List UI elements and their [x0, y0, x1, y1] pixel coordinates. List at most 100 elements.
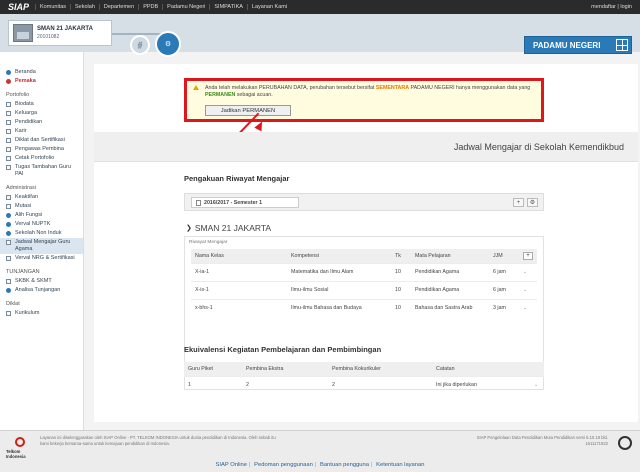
nav-ppdb[interactable]: PPDB [138, 4, 162, 10]
cell-tk: 10 [391, 298, 411, 317]
cell-pembina-ekstra: 2 [242, 375, 328, 394]
sidebar-item-alih-fungsi[interactable]: Alih Fungsi [0, 211, 83, 220]
user-icon [6, 213, 11, 218]
telkom-logo-text: Telkom Indonesia [6, 449, 26, 459]
chevron-down-icon: ⌄ [534, 382, 539, 389]
sidebar-section-admin: Administrasi [6, 185, 36, 191]
sidebar-item-analisa[interactable]: Analisa Tunjangan [0, 286, 83, 295]
gear-icon[interactable]: ⚙ [155, 31, 181, 57]
period-tab-label: 2016/2017 - Semester 1 [204, 199, 263, 206]
title-band: Jadwal Mengajar di Sekolah Kemendikbud [94, 132, 638, 162]
school-heading[interactable]: ❯ SMAN 21 JAKARTA [186, 223, 271, 233]
warning-icon [193, 85, 199, 90]
cell-kompetensi: Ilmu-ilmu Sosial [287, 280, 391, 299]
document-icon [6, 195, 11, 200]
top-nav-bar: SIAP Komunitas Sekolah Departemen PPDB P… [0, 0, 640, 14]
sidebar-item-label: Sekolah Non Induk [15, 230, 62, 236]
sidebar-item-sekolah-non-induk[interactable]: Sekolah Non Induk [0, 229, 83, 238]
chart-icon[interactable]: ∯ [130, 35, 150, 55]
table-row[interactable]: x-bhs-1 Ilmu-ilmu Bahasa dan Budaya 10 B… [191, 298, 537, 317]
sidebar-item-kurikulum[interactable]: Kurikulum [0, 309, 83, 318]
link-pedoman[interactable]: Pedoman penggunaan [254, 462, 313, 468]
row-menu[interactable]: ⌄ [530, 375, 544, 394]
nav-departemen[interactable]: Departemen [98, 4, 138, 10]
sidebar-item-verval-nuptk[interactable]: Verval NUPTK [0, 220, 83, 229]
link-siap-online[interactable]: SIAP Online [216, 462, 247, 468]
sidebar-item-label: Jadwal Mengajar Guru Agama [15, 239, 71, 252]
table-row[interactable]: 1 2 2 Ini jika diperlukan ⌄ [184, 375, 544, 394]
cell-kelas: X-ia-1 [191, 262, 287, 281]
link-bantuan[interactable]: Bantuan pengguna [320, 462, 369, 468]
school-icon [6, 231, 11, 236]
sidebar-item-label: Keluarga [15, 110, 38, 116]
school-selector[interactable]: SMAN 21 JAKARTA 20101082 [8, 20, 112, 46]
row-menu[interactable]: ⌄ [519, 298, 537, 317]
grid-icon [616, 39, 628, 51]
sidebar-item-label: Pendidikan [15, 119, 43, 125]
link-ketentuan[interactable]: Ketentuan layanan [376, 462, 424, 468]
sidebar-item-label: Tugas Tambahan Guru PAI [15, 164, 71, 177]
siap-logo[interactable]: SIAP [0, 2, 35, 12]
document-icon [6, 279, 11, 284]
document-icon [6, 204, 11, 209]
table-row[interactable]: X-is-1 Ilmu-ilmu Sosial 10 Pendidikan Ag… [191, 280, 537, 299]
col-mata-pelajaran: Mata Pelajaran [411, 249, 489, 263]
telkom-mark [15, 437, 25, 447]
user-links[interactable]: mendaftar | login [591, 4, 640, 10]
row-menu[interactable]: ⌄ [519, 280, 537, 299]
sidebar-item-karir[interactable]: Karir [0, 127, 83, 136]
sidebar-item-tugas-tambahan[interactable]: Tugas Tambahan Guru PAI [0, 163, 83, 179]
padamu-negeri-badge[interactable]: PADAMU NEGERI [524, 36, 632, 54]
sidebar-item-label: Verval NRG & Sertifikasi [15, 255, 75, 261]
riwayat-label: Riwayat Mengajar [189, 240, 228, 245]
telkom-logo: Telkom Indonesia [6, 437, 34, 459]
sidebar-item-keluarga[interactable]: Keluarga [0, 109, 83, 118]
sidebar-item-keaktifan[interactable]: Keaktifan [0, 193, 83, 202]
sidebar-item-pengawas[interactable]: Pengawas Pembina [0, 145, 83, 154]
document-icon [6, 138, 11, 143]
sidebar-section-diklat: Diklat [6, 301, 20, 307]
sidebar-section-portfolio: Portofolio [6, 92, 30, 98]
nav-padamu-negeri[interactable]: Padamu Negeri [162, 4, 209, 10]
period-tab[interactable]: 2016/2017 - Semester 1 [191, 197, 299, 208]
sidebar-item-label: Analisa Tunjangan [15, 287, 61, 293]
sidebar-item-cetak[interactable]: Cetak Portofolio [0, 154, 83, 163]
sidebar-item-label: Pengawas Pembina [15, 146, 64, 152]
footer: Telkom Indonesia Layanan ini diselenggar… [0, 430, 640, 472]
sidebar-item-mutasi[interactable]: Mutasi [0, 202, 83, 211]
sidebar-item-pendidikan[interactable]: Pendidikan [0, 118, 83, 127]
cell-pembina-kokurikuler: 2 [328, 375, 432, 394]
jadikan-permanen-button[interactable]: Jadikan PERMANEN [205, 105, 291, 116]
nav-layanan-kami[interactable]: Layanan Kami [246, 4, 291, 10]
sidebar-item-label: Karir [15, 128, 27, 134]
nav-simpatika[interactable]: SIMPATIKA [209, 4, 247, 10]
sidebar-item-beranda[interactable]: Beranda [0, 68, 83, 77]
nav-sekolah[interactable]: Sekolah [70, 4, 99, 10]
nav-komunitas[interactable]: Komunitas [35, 4, 70, 10]
sidebar-item-label: Alih Fungsi [15, 212, 43, 218]
ekuivalensi-table: Guru Piket Pembina Ekstra Pembina Kokuri… [184, 362, 544, 394]
settings-period-button[interactable]: ⚙ [527, 198, 538, 207]
cell-kelas: x-bhs-1 [191, 298, 287, 317]
row-menu[interactable]: ⌄ [519, 262, 537, 281]
chevron-down-icon: ⌄ [523, 269, 528, 275]
calendar-icon [6, 240, 11, 245]
add-row-button[interactable]: + [523, 251, 533, 260]
document-icon [6, 120, 11, 125]
school-photo [13, 24, 33, 42]
col-pembina-ekstra: Pembina Ekstra [242, 362, 328, 376]
sidebar-item-verval-nrg[interactable]: Verval NRG & Sertifikasi [0, 254, 83, 263]
table-row[interactable]: X-ia-1 Matematika dan Ilmu Alam 10 Pendi… [191, 262, 537, 281]
document-icon [196, 199, 201, 206]
sidebar-item-skbk[interactable]: SKBK & SKMT [0, 277, 83, 286]
sidebar-item-biodata[interactable]: Biodata [0, 100, 83, 109]
sidebar-section-tunjangan: TUNJANGAN [6, 269, 40, 275]
sidebar: Beranda Pemaka Portofolio Biodata Keluar… [0, 52, 84, 430]
sidebar-item-label: Diklat dan Sertifikasi [15, 137, 65, 143]
chevron-down-icon: ⌄ [523, 305, 528, 312]
sidebar-item-diklat[interactable]: Diklat dan Sertifikasi [0, 136, 83, 145]
add-period-button[interactable]: + [513, 198, 524, 207]
top-nav-links: Komunitas Sekolah Departemen PPDB Padamu… [35, 4, 291, 10]
sidebar-item-jadwal-mengajar[interactable]: Jadwal Mengajar Guru Agama [0, 238, 83, 254]
sidebar-item-pemaka[interactable]: Pemaka [0, 77, 83, 86]
